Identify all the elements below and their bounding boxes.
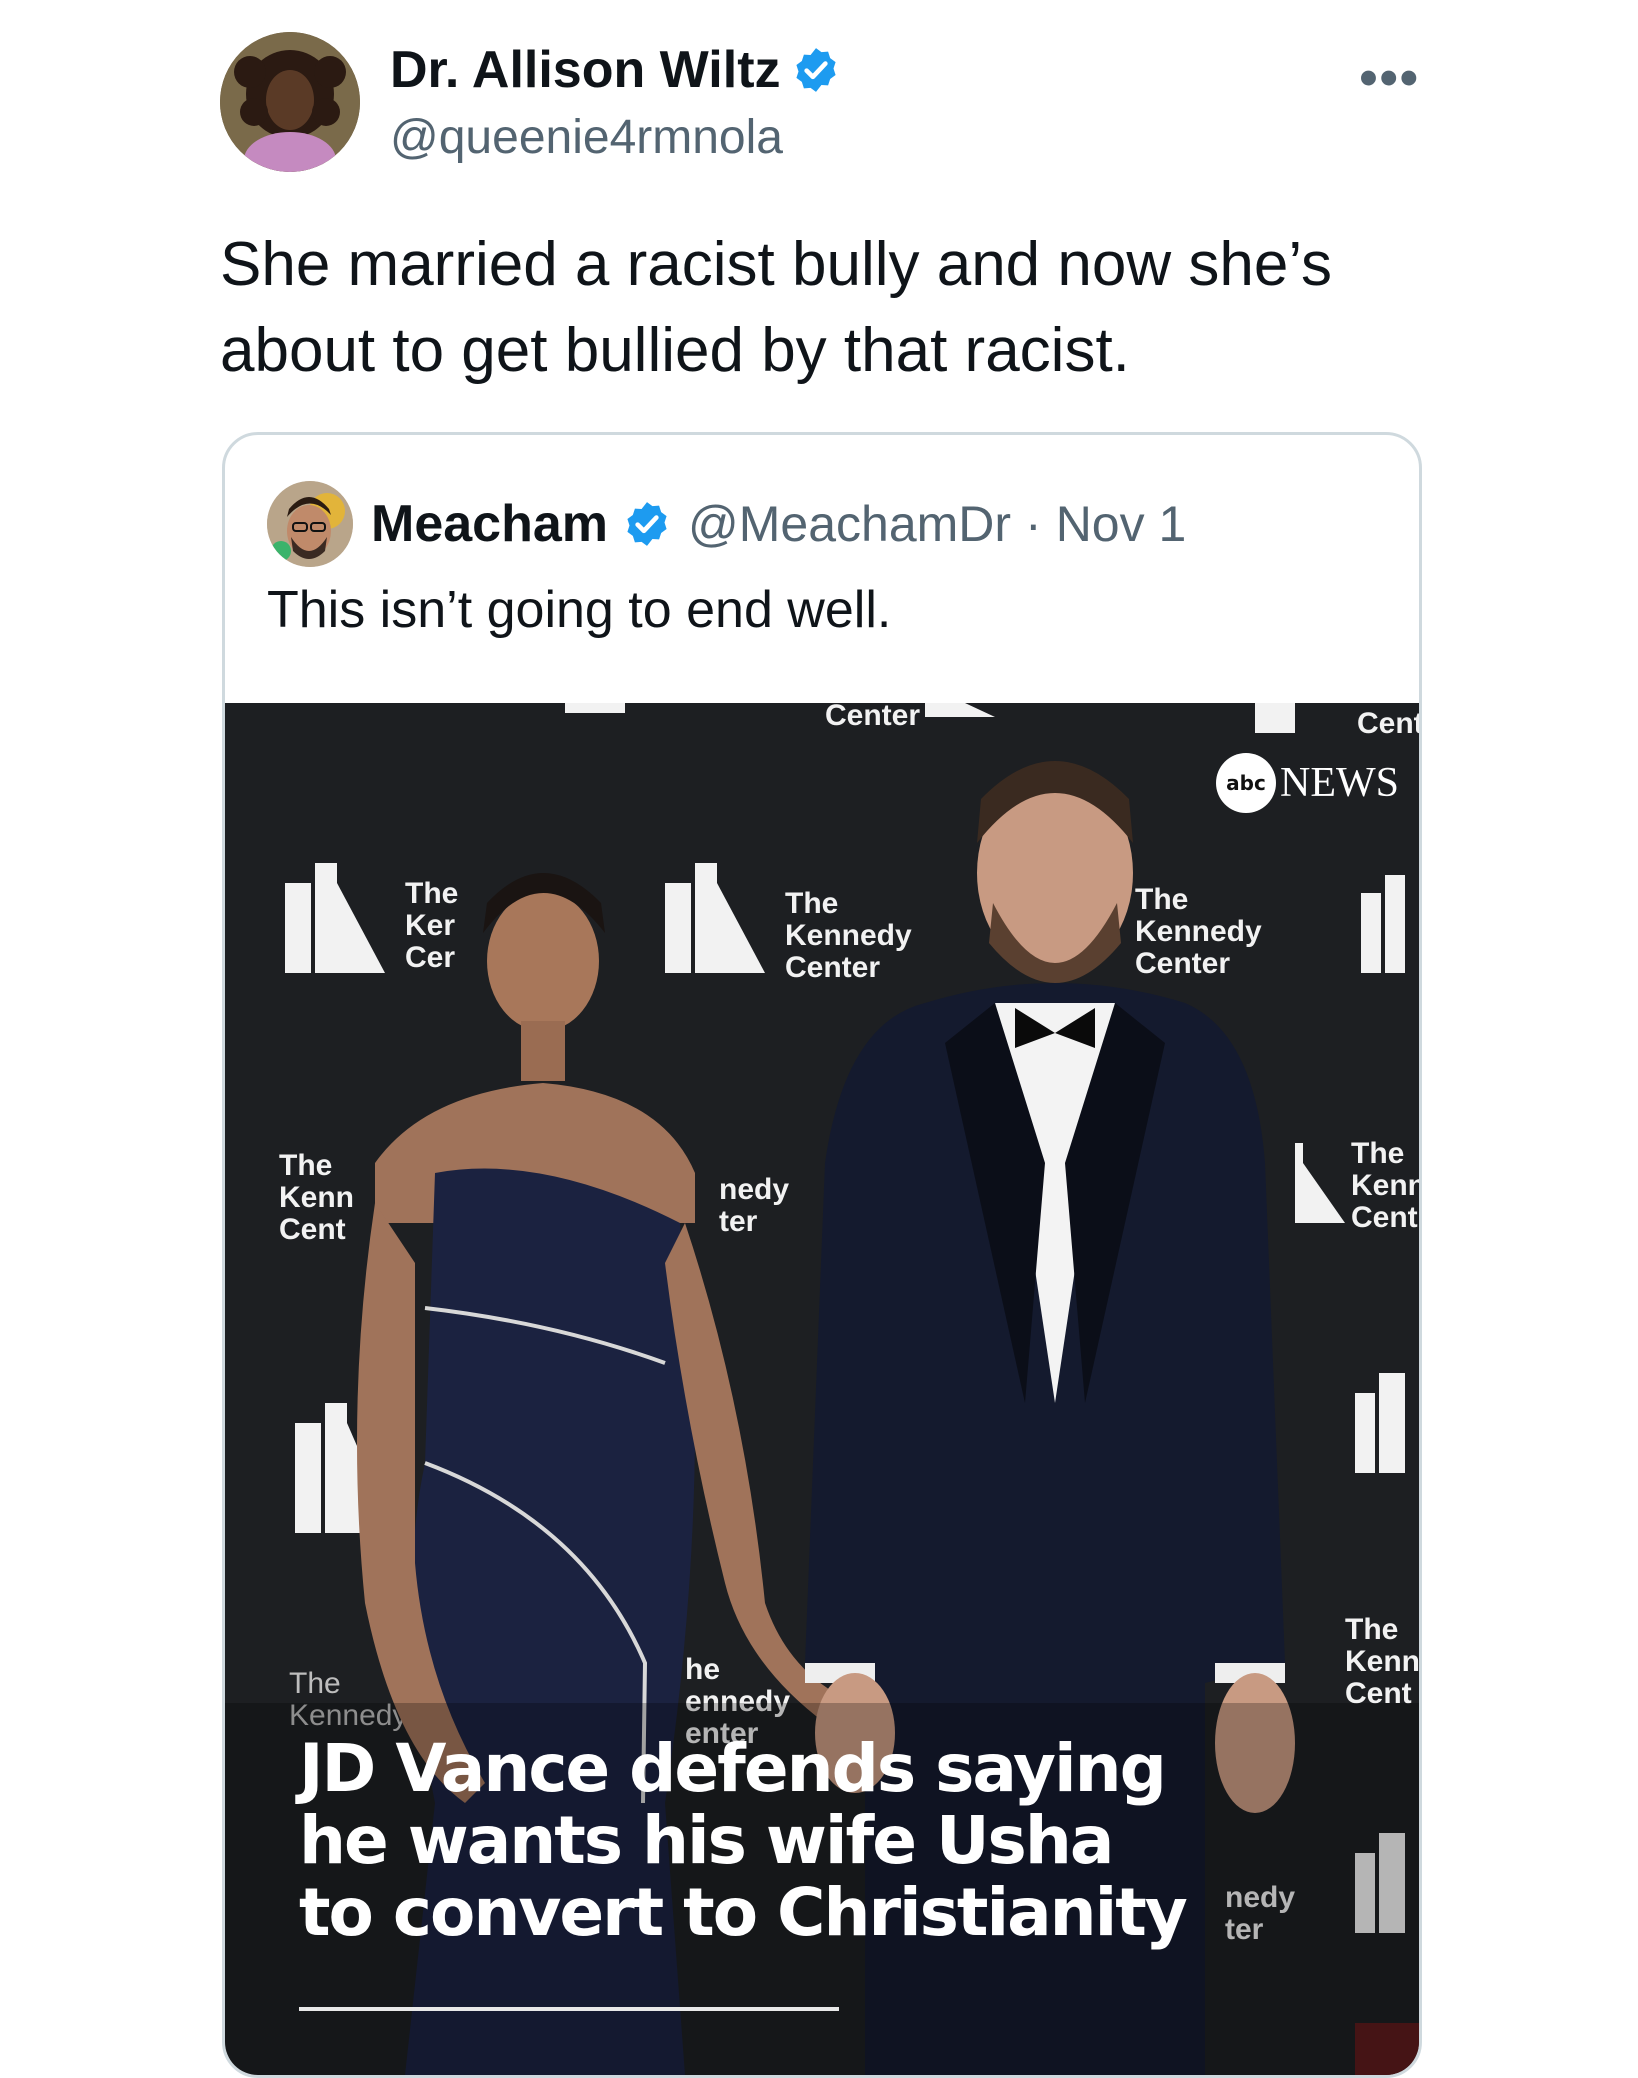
more-options-icon[interactable]: •••	[1359, 52, 1420, 104]
svg-text:ter: ter	[719, 1205, 758, 1238]
svg-text:The: The	[1345, 1613, 1398, 1646]
svg-text:Ker: Ker	[405, 909, 455, 942]
tweet-header: Dr. Allison Wiltz @queenie4rmnola •••	[220, 32, 1420, 182]
quoted-author-handle[interactable]: @MeachamDr	[688, 495, 1011, 553]
separator-dot: ·	[1025, 496, 1042, 552]
verified-badge-icon	[795, 48, 836, 92]
svg-text:Cent: Cent	[279, 1213, 346, 1246]
svg-text:Kenn: Kenn	[279, 1181, 354, 1214]
svg-text:Center: Center	[825, 703, 920, 732]
quoted-author-avatar[interactable]	[267, 481, 353, 567]
author-avatar[interactable]	[220, 32, 360, 172]
svg-text:The: The	[785, 887, 838, 920]
quoted-media-image[interactable]: The Ker Cer The Kennedy Center The Kennedy Cen…	[225, 703, 1419, 2075]
author-name-row: Dr. Allison Wiltz	[390, 40, 841, 100]
author-handle[interactable]: @queenie4rmnola	[390, 110, 783, 165]
abc-news-logo: abc NEWS	[1216, 753, 1399, 813]
headline-divider	[299, 2007, 839, 2011]
verified-badge-icon	[627, 502, 667, 546]
abc-logo-icon: abc	[1216, 753, 1276, 813]
svg-text:he: he	[685, 1653, 720, 1686]
svg-text:Kenn: Kenn	[1345, 1645, 1419, 1678]
svg-text:Cent: Cent	[1357, 707, 1419, 740]
quoted-tweet-card[interactable]: Meacham @MeachamDr · Nov 1 This isn’t go…	[222, 432, 1422, 2078]
svg-text:Center: Center	[1135, 947, 1230, 980]
svg-text:Kennedy: Kennedy	[1135, 915, 1262, 948]
svg-text:Cent: Cent	[1351, 1201, 1418, 1234]
quoted-tweet-date[interactable]: Nov 1	[1056, 495, 1187, 553]
svg-text:The: The	[405, 877, 458, 910]
quoted-tweet-text: This isn’t going to end well.	[267, 581, 892, 639]
quoted-author-name[interactable]: Meacham	[371, 494, 608, 554]
svg-text:Cer: Cer	[405, 941, 455, 974]
svg-text:The: The	[1351, 1137, 1404, 1170]
tweet-text: She married a racist bully and now she’s…	[220, 230, 1332, 385]
svg-text:The: The	[289, 1667, 341, 1700]
media-headline: JD Vance defends saying he wants his wif…	[299, 1730, 1188, 1951]
svg-text:The: The	[279, 1149, 332, 1182]
svg-text:nedy: nedy	[719, 1173, 789, 1206]
svg-text:Kenn: Kenn	[1351, 1169, 1419, 1202]
svg-text:Kennedy: Kennedy	[785, 919, 912, 952]
author-display-name[interactable]: Dr. Allison Wiltz	[390, 40, 781, 100]
svg-text:Center: Center	[785, 951, 880, 984]
quoted-tweet-header: Meacham @MeachamDr · Nov 1	[267, 479, 1186, 569]
news-wordmark: NEWS	[1280, 760, 1399, 806]
svg-text:The: The	[1135, 883, 1188, 916]
